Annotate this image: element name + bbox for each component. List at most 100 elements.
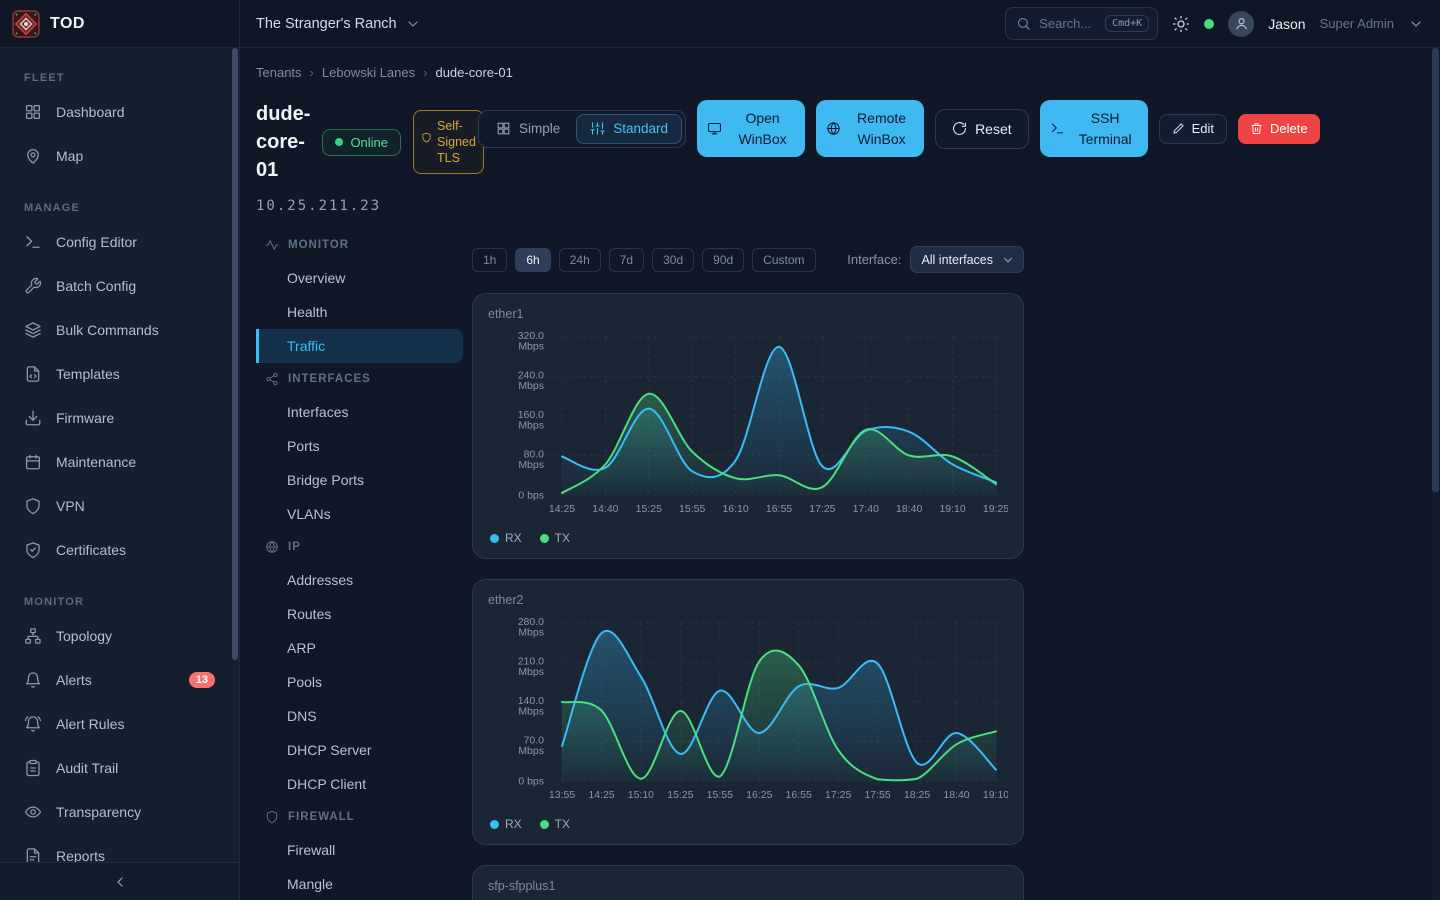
layers-icon: [24, 321, 42, 339]
eye-icon: [24, 803, 42, 821]
subnav-group-firewall: FIREWALL: [256, 801, 463, 833]
remote-winbox-button[interactable]: Remote WinBox: [816, 100, 924, 157]
subnav-item-dns[interactable]: DNS: [256, 699, 463, 733]
subnav-item-arp[interactable]: ARP: [256, 631, 463, 665]
ssh-terminal-button[interactable]: SSH Terminal: [1040, 100, 1148, 157]
search-box[interactable]: Cmd+K: [1005, 7, 1158, 40]
sidebar-collapse-button[interactable]: [0, 862, 239, 900]
breadcrumb-item-dude-core-01[interactable]: dude-core-01: [435, 65, 512, 80]
shield-check-icon: [24, 541, 42, 559]
dashboard-icon: [24, 103, 42, 121]
search-input[interactable]: [1039, 16, 1097, 31]
sidebar-item-batch-config[interactable]: Batch Config: [0, 264, 239, 308]
breadcrumb-separator: ›: [310, 65, 314, 80]
view-mode-standard[interactable]: Standard: [576, 114, 682, 144]
svg-text:18:40: 18:40: [896, 503, 922, 515]
legend-item-tx: TX: [540, 531, 570, 545]
chevron-down-icon: [1001, 253, 1015, 267]
topology-icon: [24, 627, 42, 645]
range-pill-custom[interactable]: Custom: [752, 248, 815, 272]
sidebar-scrollbar[interactable]: [232, 48, 238, 660]
subnav-item-vlans[interactable]: VLANs: [256, 497, 463, 531]
interface-filter: Interface: All interfaces: [847, 246, 1024, 273]
sidebar-item-alert-rules[interactable]: Alert Rules: [0, 702, 239, 746]
subnav-item-dhcp-server[interactable]: DHCP Server: [256, 733, 463, 767]
interface-select[interactable]: All interfaces: [910, 246, 1024, 273]
sidebar-group-manage: MANAGEConfig EditorBatch ConfigBulk Comm…: [0, 192, 239, 572]
subnav-item-interfaces[interactable]: Interfaces: [256, 395, 463, 429]
breadcrumb-item-tenants[interactable]: Tenants: [256, 65, 302, 80]
sidebar-item-alerts[interactable]: Alerts13: [0, 658, 239, 702]
subnav-item-overview[interactable]: Overview: [256, 261, 463, 295]
range-pill-90d[interactable]: 90d: [702, 248, 744, 272]
sidebar-item-templates[interactable]: Templates: [0, 352, 239, 396]
sidebar-group-label: FLEET: [0, 62, 239, 90]
view-mode-toggle: Simple Standard: [478, 110, 686, 148]
svg-text:17:55: 17:55: [864, 789, 890, 801]
sidebar-item-transparency[interactable]: Transparency: [0, 790, 239, 834]
open-winbox-button[interactable]: Open WinBox: [697, 100, 805, 157]
sidebar-item-label: Templates: [56, 366, 120, 382]
sidebar-item-firmware[interactable]: Firmware: [0, 396, 239, 440]
subnav-item-addresses[interactable]: Addresses: [256, 563, 463, 597]
sidebar-item-map[interactable]: Map: [0, 134, 239, 178]
download-icon: [24, 409, 42, 427]
range-pill-24h[interactable]: 24h: [559, 248, 601, 272]
subnav-item-bridge-ports[interactable]: Bridge Ports: [256, 463, 463, 497]
page-title: dude-core-01: [256, 100, 310, 184]
delete-button[interactable]: Delete: [1238, 114, 1320, 144]
range-pill-6h[interactable]: 6h: [515, 248, 550, 272]
subnav-item-mangle[interactable]: Mangle: [256, 867, 463, 900]
sidebar-item-label: Batch Config: [56, 278, 136, 294]
subnav-item-ports[interactable]: Ports: [256, 429, 463, 463]
sidebar-item-dashboard[interactable]: Dashboard: [0, 90, 239, 134]
sidebar-item-vpn[interactable]: VPN: [0, 484, 239, 528]
sidebar-item-maintenance[interactable]: Maintenance: [0, 440, 239, 484]
tenant-selector[interactable]: The Stranger's Ranch: [256, 16, 421, 32]
subnav-item-dhcp-client[interactable]: DHCP Client: [256, 767, 463, 801]
range-pill-30d[interactable]: 30d: [652, 248, 694, 272]
chart-title: ether2: [488, 593, 1008, 607]
shield-icon: [265, 810, 279, 824]
user-menu-button[interactable]: [1408, 16, 1424, 32]
user-role: Super Admin: [1320, 16, 1394, 31]
sidebar-item-config-editor[interactable]: Config Editor: [0, 220, 239, 264]
monitor-icon: [707, 121, 722, 136]
sidebar-item-certificates[interactable]: Certificates: [0, 528, 239, 572]
subnav-item-firewall[interactable]: Firewall: [256, 833, 463, 867]
subnav-item-pools[interactable]: Pools: [256, 665, 463, 699]
sidebar-item-audit-trail[interactable]: Audit Trail: [0, 746, 239, 790]
subnav-item-traffic[interactable]: Traffic: [256, 329, 463, 363]
subnav-group-interfaces: INTERFACES: [256, 363, 463, 395]
subnav-item-health[interactable]: Health: [256, 295, 463, 329]
sidebar-group-monitor: MONITORTopologyAlerts13Alert RulesAudit …: [0, 586, 239, 878]
search-icon: [1016, 16, 1031, 31]
svg-text:Mbps: Mbps: [518, 706, 544, 718]
range-pill-1h[interactable]: 1h: [472, 248, 507, 272]
sidebar-group-label: MONITOR: [0, 586, 239, 614]
legend-dot-icon: [490, 820, 499, 829]
sidebar-item-topology[interactable]: Topology: [0, 614, 239, 658]
subnav-group-ip: IP: [256, 531, 463, 563]
avatar[interactable]: [1228, 11, 1254, 37]
breadcrumb: Tenants›Lebowski Lanes›dude-core-01: [256, 65, 1440, 80]
edit-button[interactable]: Edit: [1159, 114, 1227, 144]
interface-label: Interface:: [847, 252, 901, 267]
globe-icon: [826, 121, 841, 136]
reset-button[interactable]: Reset: [935, 109, 1029, 149]
legend-dot-icon: [540, 534, 549, 543]
connection-status-dot: [1204, 19, 1214, 29]
svg-text:16:55: 16:55: [786, 789, 812, 801]
main-scrollbar[interactable]: [1432, 48, 1439, 492]
svg-text:15:25: 15:25: [667, 789, 693, 801]
view-mode-simple[interactable]: Simple: [482, 114, 574, 144]
range-pill-7d[interactable]: 7d: [609, 248, 644, 272]
breadcrumb-item-lebowski-lanes[interactable]: Lebowski Lanes: [322, 65, 415, 80]
brand: TOD: [0, 0, 240, 47]
legend-dot-icon: [490, 534, 499, 543]
traffic-card-sfp-sfpplus1: sfp-sfpplus1: [472, 865, 1024, 900]
subnav-item-routes[interactable]: Routes: [256, 597, 463, 631]
sun-icon: [1172, 15, 1190, 33]
theme-toggle-button[interactable]: [1172, 15, 1190, 33]
sidebar-item-bulk-commands[interactable]: Bulk Commands: [0, 308, 239, 352]
